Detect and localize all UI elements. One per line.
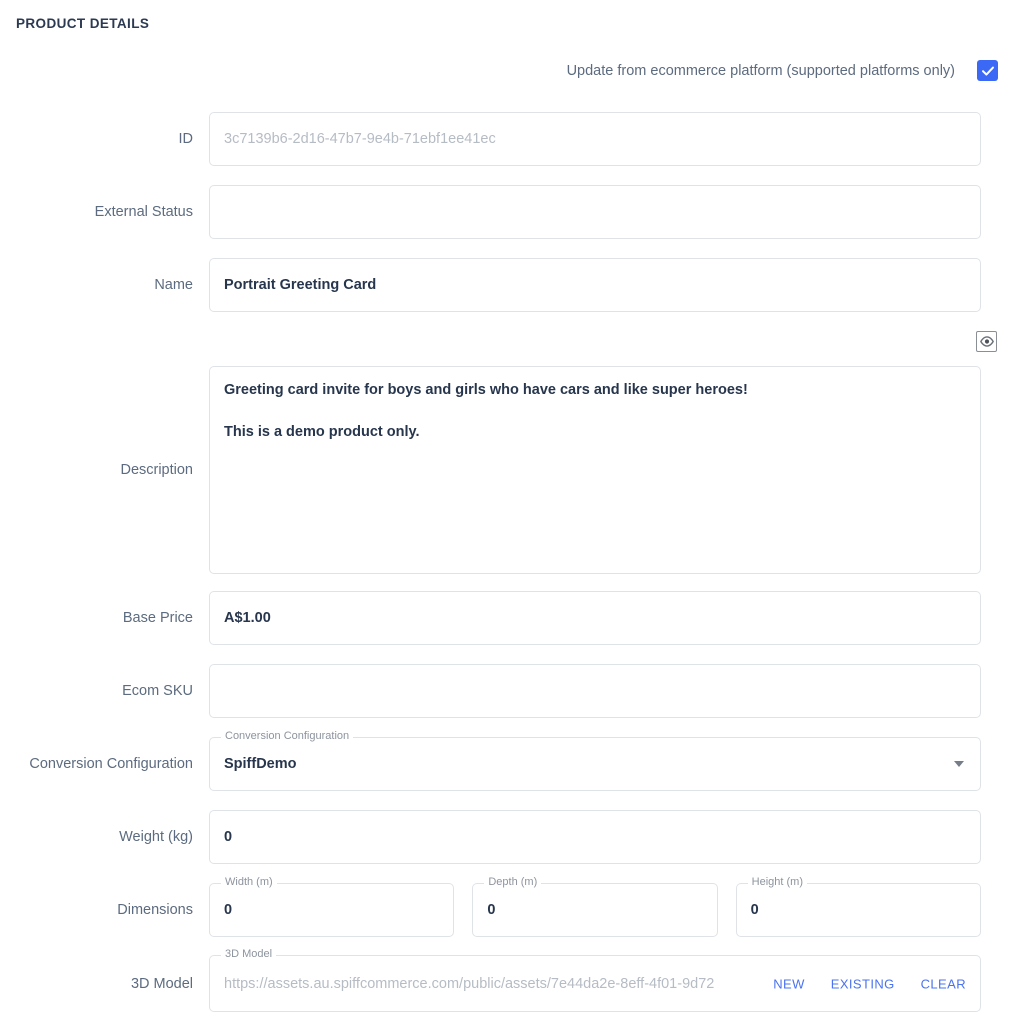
label-name: Name: [154, 277, 193, 293]
dimension-depth-notch-label: Depth (m): [484, 877, 542, 888]
row-external-status: External Status: [0, 185, 981, 239]
base-price-input[interactable]: A$1.00: [209, 591, 981, 645]
dimension-height-notch-label: Height (m): [747, 877, 807, 888]
id-input[interactable]: 3c7139b6-2d16-47b7-9e4b-71ebf1ee41ec: [209, 112, 981, 166]
dimension-height-input[interactable]: Height (m) 0: [735, 877, 981, 937]
conversion-configuration-value: SpiffDemo: [224, 756, 297, 772]
label-3d-model: 3D Model: [130, 975, 193, 992]
model-3d-url-input[interactable]: https://assets.au.spiffcommerce.com/publ…: [224, 976, 714, 992]
model-3d-new-button[interactable]: NEW: [773, 976, 805, 991]
description-line-1: Greeting card invite for boys and girls …: [224, 382, 748, 398]
model-3d-actions: NEW EXISTING CLEAR: [773, 976, 966, 991]
dimension-width-value: 0: [224, 902, 233, 918]
dimension-depth-input[interactable]: Depth (m) 0: [472, 877, 718, 937]
eye-icon: [979, 336, 994, 347]
label-external-status: External Status: [94, 204, 193, 220]
label-conversion-configuration: Conversion Configuration: [29, 756, 193, 772]
page-title: PRODUCT DETAILS: [16, 16, 150, 31]
row-3d-model: 3D Model 3D Model https://assets.au.spif…: [0, 949, 981, 1012]
ecommerce-update-label: Update from ecommerce platform (supporte…: [566, 62, 955, 79]
label-description: Description: [120, 462, 193, 478]
external-status-input[interactable]: [209, 185, 981, 239]
label-weight: Weight (kg): [119, 829, 193, 845]
row-weight: Weight (kg) 0: [0, 810, 981, 864]
model-3d-clear-button[interactable]: CLEAR: [921, 976, 966, 991]
ecom-sku-input[interactable]: [209, 664, 981, 718]
model-3d-field[interactable]: 3D Model https://assets.au.spiffcommerce…: [209, 949, 981, 1012]
preview-toggle-button[interactable]: [976, 331, 997, 352]
dimensions-group: Width (m) 0 Depth (m) 0 Height (m) 0: [209, 877, 981, 937]
weight-input[interactable]: 0: [209, 810, 981, 864]
dimension-depth-value: 0: [487, 902, 496, 918]
dimension-height-value: 0: [750, 902, 759, 918]
row-base-price: Base Price A$1.00: [0, 591, 981, 645]
dimension-width-input[interactable]: Width (m) 0: [209, 877, 455, 937]
model-3d-existing-button[interactable]: EXISTING: [831, 976, 895, 991]
conversion-configuration-notch-label: Conversion Configuration: [221, 731, 354, 742]
description-textarea[interactable]: Greeting card invite for boys and girls …: [209, 366, 981, 574]
label-ecom-sku: Ecom SKU: [122, 683, 193, 699]
label-id: ID: [178, 131, 194, 147]
model-3d-notch-label: 3D Model: [221, 949, 277, 960]
row-name: Name Portrait Greeting Card: [0, 258, 981, 312]
label-base-price: Base Price: [122, 610, 193, 626]
row-conversion-configuration: Conversion Configuration Conversion Conf…: [0, 731, 981, 791]
ecommerce-update-checkbox[interactable]: [977, 60, 998, 81]
description-line-2: This is a demo product only.: [224, 423, 420, 440]
conversion-configuration-select[interactable]: Conversion Configuration SpiffDemo: [209, 731, 981, 791]
check-icon: [981, 66, 994, 76]
row-ecom-sku: Ecom SKU: [0, 664, 981, 718]
name-input[interactable]: Portrait Greeting Card: [209, 258, 981, 312]
row-dimensions: Dimensions Width (m) 0 Depth (m) 0 Heigh…: [0, 877, 981, 937]
chevron-down-icon[interactable]: [954, 761, 964, 767]
ecommerce-update-row: Update from ecommerce platform (supporte…: [0, 60, 998, 81]
label-dimensions: Dimensions: [117, 902, 193, 918]
row-id: ID 3c7139b6-2d16-47b7-9e4b-71ebf1ee41ec: [0, 112, 981, 166]
dimension-width-notch-label: Width (m): [221, 877, 277, 888]
row-description: Description Greeting card invite for boy…: [0, 366, 981, 574]
